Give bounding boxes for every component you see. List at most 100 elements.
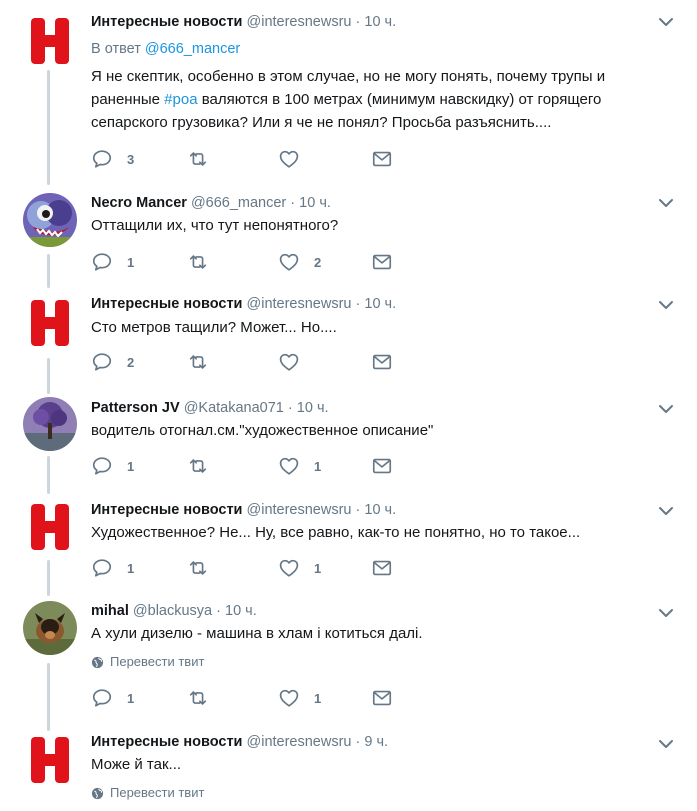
dm-button[interactable] bbox=[371, 148, 393, 170]
timestamp[interactable]: 10 ч. bbox=[297, 400, 329, 416]
reply-button[interactable]: 3 bbox=[91, 148, 134, 170]
tweet-actions: 3 bbox=[91, 148, 411, 168]
dm-icon bbox=[371, 687, 393, 709]
author-name[interactable]: Интересные новости bbox=[91, 502, 242, 518]
reply-button[interactable]: 1 bbox=[91, 251, 134, 273]
retweet-button[interactable] bbox=[187, 148, 223, 170]
tweet[interactable]: Интересные новости @interesnewsru · 10 ч… bbox=[0, 0, 697, 185]
tweet-header: Necro Mancer @666_mancer · 10 ч. bbox=[91, 194, 331, 212]
timestamp[interactable]: 10 ч. bbox=[225, 603, 257, 619]
chevron-down-icon[interactable] bbox=[657, 296, 675, 314]
author-handle[interactable]: @666_mancer bbox=[191, 195, 286, 211]
translate-tweet-link[interactable]: Перевести твит bbox=[91, 654, 204, 670]
reply-button[interactable]: 2 bbox=[91, 351, 134, 373]
tweet-text-line: сепарского грузовика? Или я че не понял?… bbox=[91, 114, 552, 131]
retweet-button[interactable] bbox=[187, 455, 223, 477]
like-button[interactable]: 1 bbox=[278, 557, 321, 579]
avatar[interactable] bbox=[23, 193, 77, 247]
dm-button[interactable] bbox=[371, 557, 393, 579]
news-logo-icon bbox=[23, 296, 77, 350]
author-name[interactable]: Patterson JV bbox=[91, 400, 180, 416]
chevron-down-icon[interactable] bbox=[657, 13, 675, 31]
author-name[interactable]: Интересные новости bbox=[91, 296, 242, 312]
retweet-button[interactable] bbox=[187, 687, 223, 709]
author-handle[interactable]: @interesnewsru bbox=[247, 296, 352, 312]
author-handle[interactable]: @Katakana071 bbox=[184, 400, 284, 416]
like-button[interactable]: 2 bbox=[278, 251, 321, 273]
chevron-down-icon[interactable] bbox=[657, 735, 675, 753]
text-fragment: валяются в 100 метрах (минимум навскидку… bbox=[197, 91, 602, 108]
translate-tweet-link[interactable]: Перевести твит bbox=[91, 785, 204, 801]
author-handle[interactable]: @interesnewsru bbox=[247, 502, 352, 518]
like-button[interactable] bbox=[278, 351, 314, 373]
retweet-button[interactable] bbox=[187, 251, 223, 273]
timestamp[interactable]: 10 ч. bbox=[299, 195, 331, 211]
author-handle[interactable]: @blackusya bbox=[133, 603, 212, 619]
tweet[interactable]: Necro Mancer @666_mancer · 10 ч. Оттащил… bbox=[0, 185, 697, 288]
like-button[interactable] bbox=[278, 148, 314, 170]
timestamp[interactable]: 10 ч. bbox=[364, 296, 396, 312]
author-name[interactable]: Интересные новости bbox=[91, 734, 242, 750]
dm-button[interactable] bbox=[371, 687, 393, 709]
like-icon bbox=[278, 351, 300, 373]
dm-button[interactable] bbox=[371, 455, 393, 477]
avatar[interactable] bbox=[23, 14, 77, 68]
retweet-icon bbox=[187, 148, 209, 170]
tree-avatar-icon bbox=[23, 397, 77, 451]
reply-count: 1 bbox=[127, 560, 135, 576]
avatar[interactable] bbox=[23, 500, 77, 554]
tweet-text: водитель отогнал.см."художественное опис… bbox=[91, 422, 434, 439]
tweet[interactable]: Patterson JV @Katakana071 · 10 ч. водите… bbox=[0, 392, 697, 494]
tweet[interactable]: Интересные новости @interesnewsru · 9 ч.… bbox=[0, 727, 697, 811]
timestamp[interactable]: 10 ч. bbox=[364, 502, 396, 518]
chevron-down-icon[interactable] bbox=[657, 194, 675, 212]
reply-button[interactable]: 1 bbox=[91, 687, 134, 709]
author-handle[interactable]: @interesnewsru bbox=[247, 14, 352, 30]
retweet-icon bbox=[187, 557, 209, 579]
reply-button[interactable]: 1 bbox=[91, 455, 134, 477]
like-icon bbox=[278, 251, 300, 273]
separator-dot: · bbox=[355, 14, 361, 30]
retweet-button[interactable] bbox=[187, 351, 223, 373]
like-button[interactable]: 1 bbox=[278, 455, 321, 477]
tweet-actions: 1 1 bbox=[91, 687, 411, 707]
author-name[interactable]: mihal bbox=[91, 603, 129, 619]
reply-icon bbox=[91, 251, 113, 273]
reply-icon bbox=[91, 455, 113, 477]
tweet-text: Оттащили их, что тут непонятного? bbox=[91, 217, 339, 234]
avatar[interactable] bbox=[23, 733, 77, 787]
separator-dot: · bbox=[355, 296, 361, 312]
retweet-button[interactable] bbox=[187, 557, 223, 579]
reply-icon bbox=[91, 557, 113, 579]
reply-button[interactable]: 1 bbox=[91, 557, 134, 579]
like-icon bbox=[278, 148, 300, 170]
tweet-text: Художественное? Не... Ну, все равно, как… bbox=[91, 524, 581, 541]
timestamp[interactable]: 9 ч. bbox=[364, 734, 388, 750]
tweet-actions: 1 1 bbox=[91, 455, 411, 475]
hashtag-link[interactable]: #роа bbox=[164, 91, 197, 108]
chevron-down-icon[interactable] bbox=[657, 400, 675, 418]
avatar[interactable] bbox=[23, 397, 77, 451]
retweet-icon bbox=[187, 455, 209, 477]
reply-prefix: В ответ bbox=[91, 41, 141, 57]
dm-button[interactable] bbox=[371, 251, 393, 273]
avatar[interactable] bbox=[23, 296, 77, 350]
chevron-down-icon[interactable] bbox=[657, 502, 675, 520]
timestamp[interactable]: 10 ч. bbox=[364, 14, 396, 30]
author-name[interactable]: Интересные новости bbox=[91, 14, 242, 30]
dm-icon bbox=[371, 251, 393, 273]
author-name[interactable]: Necro Mancer bbox=[91, 195, 187, 211]
tweet[interactable]: Интересные новости @interesnewsru · 10 ч… bbox=[0, 288, 697, 392]
tweet[interactable]: mihal @blackusya · 10 ч. А хули дизелю -… bbox=[0, 596, 697, 727]
tweet-text: Я не скептик, особенно в этом случае, но… bbox=[91, 65, 681, 134]
reply-handle-link[interactable]: @666_mancer bbox=[145, 41, 240, 57]
like-button[interactable]: 1 bbox=[278, 687, 321, 709]
like-count: 1 bbox=[314, 560, 322, 576]
avatar[interactable] bbox=[23, 601, 77, 655]
reply-icon bbox=[91, 148, 113, 170]
chevron-down-icon[interactable] bbox=[657, 604, 675, 622]
tweet[interactable]: Интересные новости @interesnewsru · 10 ч… bbox=[0, 494, 697, 596]
author-handle[interactable]: @interesnewsru bbox=[247, 734, 352, 750]
dm-icon bbox=[371, 455, 393, 477]
dm-button[interactable] bbox=[371, 351, 393, 373]
